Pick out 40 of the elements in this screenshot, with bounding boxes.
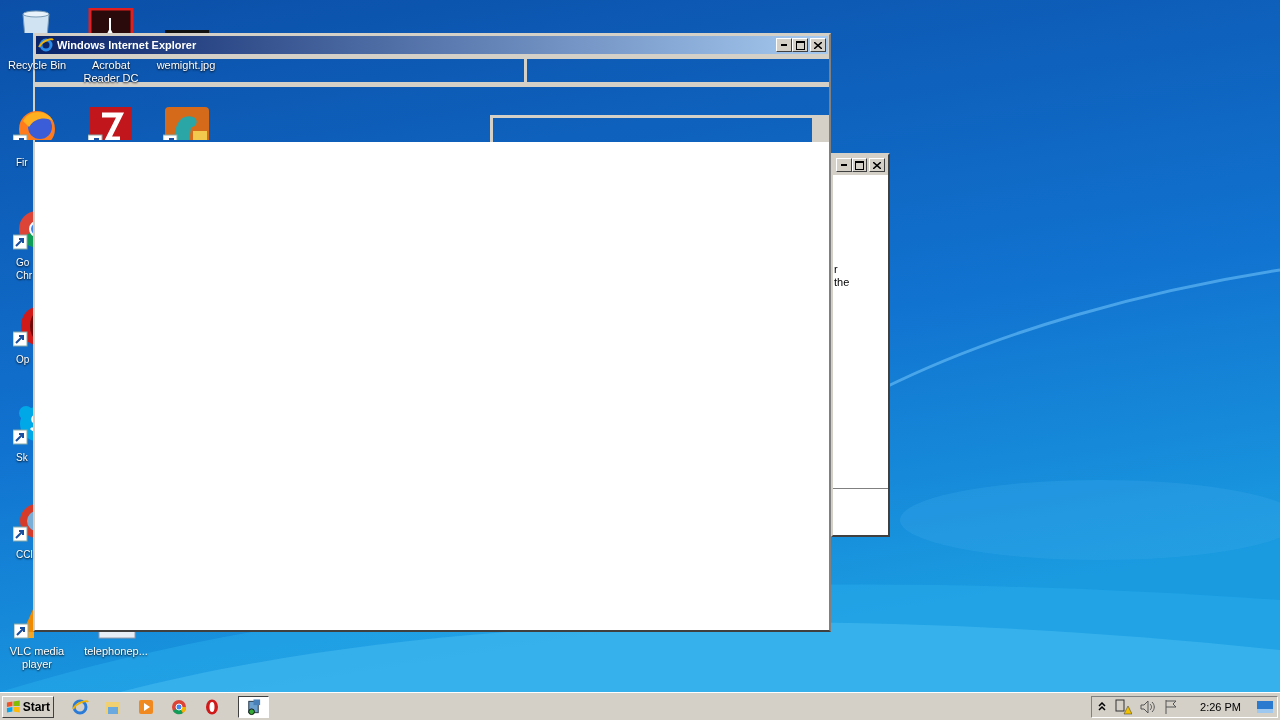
show-desktop-icon[interactable] xyxy=(1257,700,1273,713)
app-shortcut-icon[interactable] xyxy=(163,105,209,140)
app-shortcut-icon[interactable] xyxy=(88,8,134,33)
start-button[interactable]: Start xyxy=(2,695,54,718)
app-shortcut-icon[interactable] xyxy=(88,105,134,140)
opera-icon[interactable] xyxy=(203,697,221,716)
icon-label: Acrobat Reader DC xyxy=(82,59,140,85)
icon-label: Op xyxy=(16,353,30,366)
icon-label: Go Chr xyxy=(16,256,33,282)
icon-label: Sk xyxy=(16,451,28,464)
maximize-icon xyxy=(855,160,864,170)
installer-icon[interactable] xyxy=(245,697,262,716)
minimize-button[interactable] xyxy=(776,38,792,52)
dialog-text: the xyxy=(834,276,851,289)
taskbar-button[interactable] xyxy=(238,695,269,718)
icon-label: Fir xyxy=(16,156,28,169)
clock[interactable]: 2:26 PM xyxy=(1200,700,1241,713)
close-button[interactable] xyxy=(869,158,885,172)
minimize-icon xyxy=(840,164,847,166)
close-icon xyxy=(814,41,822,49)
icon-label: telephonep... xyxy=(84,645,148,658)
volume-icon[interactable] xyxy=(1140,699,1157,714)
icon-label: VLC media player xyxy=(8,645,66,671)
chrome-icon[interactable] xyxy=(170,697,188,716)
flag-icon[interactable] xyxy=(1164,698,1179,715)
network-warning-icon[interactable] xyxy=(1114,698,1133,715)
maximize-icon xyxy=(795,40,805,50)
icon-label: CCl xyxy=(16,548,33,561)
minimize-button[interactable] xyxy=(836,158,852,172)
windows-logo-icon xyxy=(6,699,21,714)
window-title: Windows Internet Explorer xyxy=(57,39,198,51)
minimize-icon xyxy=(781,44,787,46)
browser-icon xyxy=(38,37,54,53)
icon-label: wemight.jpg xyxy=(156,59,216,72)
close-icon xyxy=(873,161,882,169)
browser-icon[interactable] xyxy=(71,697,89,716)
maximize-button[interactable] xyxy=(792,38,808,52)
dialog-text: r xyxy=(834,263,839,276)
chevron-icon[interactable] xyxy=(1098,701,1107,712)
close-button[interactable] xyxy=(810,38,826,52)
